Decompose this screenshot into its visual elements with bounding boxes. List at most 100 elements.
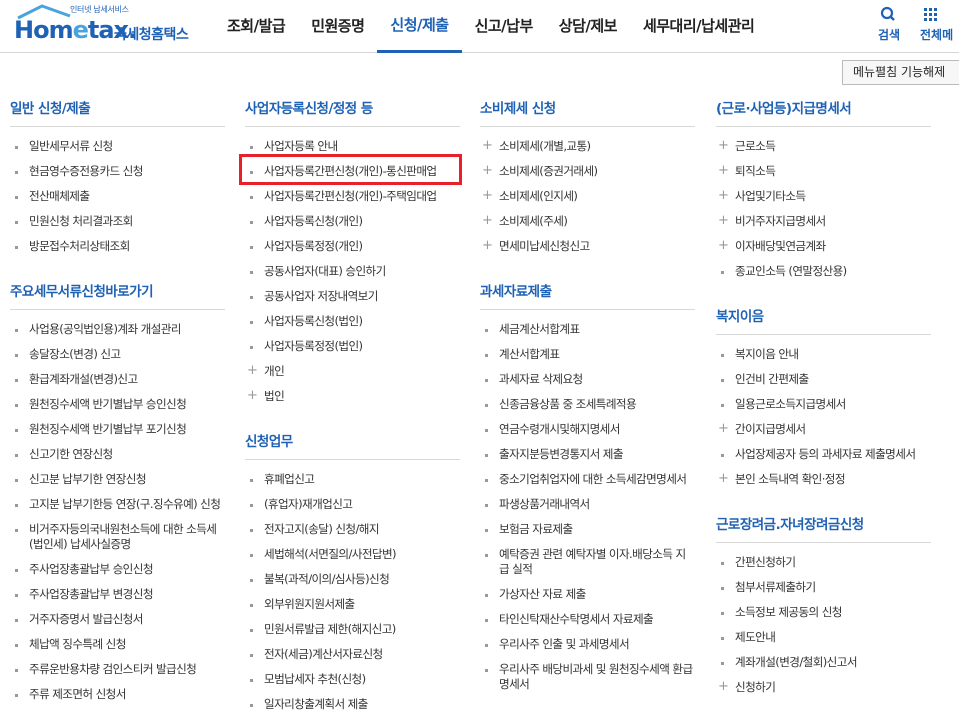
section-title[interactable]: 과세자료제출 (480, 275, 695, 310)
nav-application-submit[interactable]: 신청/제출 (377, 0, 462, 53)
menu-item[interactable]: 전자(세금)계산서자료신청 (245, 642, 460, 667)
menu-item[interactable]: 사업장제공자 등의 과세자료 제출명세서 (716, 442, 931, 467)
section-title[interactable]: (근로·사업등)지급명세서 (716, 92, 931, 127)
menu-item[interactable]: 사업자등록정정(법인) (245, 334, 460, 359)
section-title[interactable]: 일반 신청/제출 (10, 92, 225, 127)
menu-item[interactable]: 세법해석(서면질의/사전답변) (245, 542, 460, 567)
search-button[interactable]: 검색 (878, 6, 900, 43)
menu-item[interactable]: 고지분 납부기한등 연장(구.징수유예) 신청 (10, 492, 225, 517)
menu-item[interactable]: (휴업자)재개업신고 (245, 492, 460, 517)
menu-item[interactable]: 주사업장총괄납부 변경신청 (10, 582, 225, 607)
expandable-menu-item[interactable]: 퇴직소득 (716, 159, 931, 184)
menu-item[interactable]: 종교인소득 (연말정산용) (716, 259, 931, 284)
nav-civil-certificate[interactable]: 민원증명 (298, 0, 377, 53)
menu-item[interactable]: 체납액 징수특례 신청 (10, 632, 225, 657)
section-title[interactable]: 복지이음 (716, 300, 931, 335)
section-title[interactable]: 근로장려금.자녀장려금신청 (716, 508, 931, 543)
menu-item[interactable]: 현금영수증전용카드 신청 (10, 159, 225, 184)
menu-item[interactable]: 환급계좌개설(변경)신고 (10, 367, 225, 392)
menu-item[interactable]: 인건비 간편제출 (716, 367, 931, 392)
menu-item[interactable]: 주사업장총괄납부 승인신청 (10, 557, 225, 582)
menu-item[interactable]: 일용근로소득지급명세서 (716, 392, 931, 417)
expandable-menu-item[interactable]: 본인 소득내역 확인·정정 (716, 467, 931, 492)
menu-item[interactable]: 사업자등록정정(개인) (245, 234, 460, 259)
menu-item[interactable]: 송달장소(변경) 신고 (10, 342, 225, 367)
menu-list: 간편신청하기 첨부서류제출하기 소득정보 제공동의 신청 제도안내 계좌개설(변… (716, 550, 931, 700)
expandable-menu-item[interactable]: 이자배당및연금계좌 (716, 234, 931, 259)
menu-fold-toggle-button[interactable]: 메뉴펼침 기능해제 (842, 60, 959, 85)
expandable-menu-item[interactable]: 소비제세(증권거래세) (480, 159, 695, 184)
menu-item[interactable]: 파생상품거래내역서 (480, 492, 695, 517)
menu-item[interactable]: 신고기한 연장신청 (10, 442, 225, 467)
menu-item[interactable]: 일반세무서류 신청 (10, 134, 225, 159)
menu-list: 세금계산서합계표 계산서합계표 과세자료 삭제요청 신종금융상품 중 조세특례적… (480, 317, 695, 697)
menu-item[interactable]: 민원신청 처리결과조회 (10, 209, 225, 234)
menu-item[interactable]: 거주자증명서 발급신청서 (10, 607, 225, 632)
all-menu-button[interactable]: 전체메 (920, 6, 953, 43)
menu-item[interactable]: 신종금융상품 중 조세특례적용 (480, 392, 695, 417)
expandable-menu-item[interactable]: 근로소득 (716, 134, 931, 159)
menu-item[interactable]: 민원서류발급 제한(해지신고) (245, 617, 460, 642)
menu-item[interactable]: 방문접수처리상태조회 (10, 234, 225, 259)
menu-item[interactable]: 원천징수세액 반기별납부 포기신청 (10, 417, 225, 442)
menu-item[interactable]: 전산매체제출 (10, 184, 225, 209)
expandable-menu-item[interactable]: 법인 (245, 384, 460, 409)
menu-item[interactable]: 연금수령개시및해지명세서 (480, 417, 695, 442)
menu-item[interactable]: 예탁증권 관련 예탁자별 이자.배당소득 지급 실적 (480, 542, 695, 582)
section-title[interactable]: 소비제세 신청 (480, 92, 695, 127)
expandable-menu-item[interactable]: 소비제세(인지세) (480, 184, 695, 209)
menu-item[interactable]: 보험금 자료제출 (480, 517, 695, 542)
menu-item[interactable]: 비거주자등의국내원천소득에 대한 소득세(법인세) 납세사실증명 (10, 517, 225, 557)
menu-item[interactable]: 타인신탁재산수탁명세서 자료제출 (480, 607, 695, 632)
expandable-menu-item[interactable]: 소비제세(주세) (480, 209, 695, 234)
expandable-menu-item[interactable]: 면세미납세신청신고 (480, 234, 695, 259)
menu-item[interactable]: 계좌개설(변경/철회)신고서 (716, 650, 931, 675)
menu-item[interactable]: 외부위원지원서제출 (245, 592, 460, 617)
nav-consult-report[interactable]: 상담/제보 (546, 0, 630, 53)
expandable-menu-item[interactable]: 간이지급명세서 (716, 417, 931, 442)
section-title[interactable]: 신청업무 (245, 425, 460, 460)
section-title[interactable]: 사업자등록신청/정정 등 (245, 92, 460, 127)
menu-item[interactable]: 주류 제조면허 신청서 (10, 682, 225, 707)
menu-item[interactable]: 우리사주 배당비과세 및 원천징수세액 환급명세서 (480, 657, 695, 697)
all-menu-label: 전체메 (920, 28, 954, 42)
search-icon (880, 6, 895, 21)
menu-item[interactable]: 사업자등록신청(개인) (245, 209, 460, 234)
menu-item[interactable]: 제도안내 (716, 625, 931, 650)
menu-item[interactable]: 우리사주 인출 및 과세명세서 (480, 632, 695, 657)
menu-list: 근로소득 퇴직소득 사업및기타소득 비거주자지급명세서 이자배당및연금계좌 종교… (716, 134, 931, 284)
menu-item[interactable]: 사업자등록신청(법인) (245, 309, 460, 334)
menu-item[interactable]: 사업용(공익법인용)계좌 개설관리 (10, 317, 225, 342)
menu-item[interactable]: 모범납세자 추천(신청) (245, 667, 460, 692)
menu-item[interactable]: 세금계산서합계표 (480, 317, 695, 342)
menu-item[interactable]: 원천징수세액 반기별납부 승인신청 (10, 392, 225, 417)
nav-inquiry-issue[interactable]: 조회/발급 (214, 0, 298, 53)
menu-item[interactable]: 공동사업자(대표) 승인하기 (245, 259, 460, 284)
expandable-menu-item[interactable]: 신청하기 (716, 675, 931, 700)
expandable-menu-item[interactable]: 비거주자지급명세서 (716, 209, 931, 234)
nav-report-payment[interactable]: 신고/납부 (462, 0, 546, 53)
menu-item[interactable]: 출자지분등변경통지서 제출 (480, 442, 695, 467)
menu-item[interactable]: 신고분 납부기한 연장신청 (10, 467, 225, 492)
menu-item[interactable]: 주류운반용차량 검인스티커 발급신청 (10, 657, 225, 682)
expandable-menu-item[interactable]: 소비제세(개별,교통) (480, 134, 695, 159)
expandable-menu-item[interactable]: 사업및기타소득 (716, 184, 931, 209)
menu-item[interactable]: 일자리창출계획서 제출 (245, 692, 460, 717)
menu-item[interactable]: 가상자산 자료 제출 (480, 582, 695, 607)
menu-item[interactable]: 사업자등록간편신청(개인)-주택임대업 (245, 184, 460, 209)
menu-item[interactable]: 계산서합계표 (480, 342, 695, 367)
menu-item[interactable]: 휴폐업신고 (245, 467, 460, 492)
hometax-logo[interactable]: 인터넷 납세서비스 Hometax. 국세청홈택스 (10, 2, 195, 48)
menu-item[interactable]: 중소기업취업자에 대한 소득세감면명세서 (480, 467, 695, 492)
nav-tax-agent[interactable]: 세무대리/납세관리 (630, 0, 767, 53)
section-title[interactable]: 주요세무서류신청바로가기 (10, 275, 225, 310)
expandable-menu-item[interactable]: 개인 (245, 359, 460, 384)
menu-item[interactable]: 소득정보 제공동의 신청 (716, 600, 931, 625)
menu-item[interactable]: 과세자료 삭제요청 (480, 367, 695, 392)
menu-item[interactable]: 첨부서류제출하기 (716, 575, 931, 600)
menu-item[interactable]: 공동사업자 저장내역보기 (245, 284, 460, 309)
menu-item[interactable]: 복지이음 안내 (716, 342, 931, 367)
menu-item[interactable]: 간편신청하기 (716, 550, 931, 575)
menu-item[interactable]: 전자고지(송달) 신청/해지 (245, 517, 460, 542)
menu-item[interactable]: 불복(과적/이의/심사등)신청 (245, 567, 460, 592)
